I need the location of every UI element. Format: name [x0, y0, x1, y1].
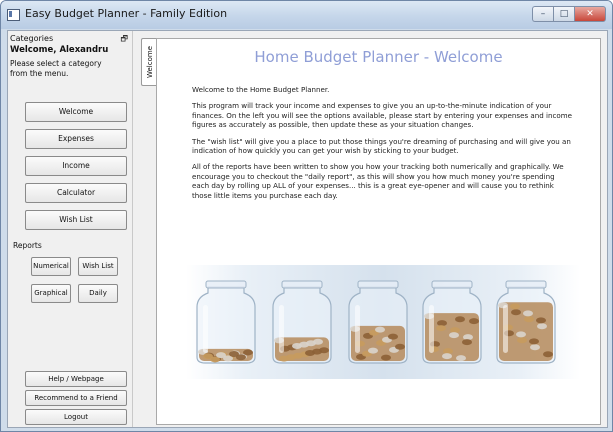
window-title: Easy Budget Planner - Family Edition	[25, 7, 228, 20]
nav-income-button[interactable]: Income	[25, 156, 127, 176]
coin-jar	[422, 280, 482, 364]
client-area: Categories 🗗 Welcome, Alexandru Please s…	[7, 30, 608, 428]
coin-jar	[496, 280, 556, 364]
report-graphical-button[interactable]: Graphical	[31, 284, 71, 303]
app-window: Easy Budget Planner - Family Edition – □…	[0, 0, 613, 432]
minimize-button[interactable]: –	[532, 6, 553, 22]
welcome-user: Welcome, Alexandru	[10, 45, 109, 55]
pin-icon[interactable]: 🗗	[120, 33, 128, 45]
main-content: Home Budget Planner - Welcome Welcome to…	[156, 38, 601, 425]
paragraph: All of the reports have been written to …	[192, 162, 564, 200]
reports-label: Reports	[13, 241, 42, 250]
nav-welcome-button[interactable]: Welcome	[25, 102, 127, 122]
nav-calculator-button[interactable]: Calculator	[25, 183, 127, 203]
coin-jar	[348, 280, 408, 364]
maximize-button[interactable]: □	[553, 6, 574, 22]
help-webpage-button[interactable]: Help / Webpage	[25, 371, 127, 387]
recommend-friend-button[interactable]: Recommend to a Friend	[25, 390, 127, 406]
report-numerical-button[interactable]: Numerical	[31, 257, 71, 276]
nav-wishlist-button[interactable]: Wish List	[25, 210, 127, 230]
logout-button[interactable]: Logout	[25, 409, 127, 425]
report-daily-button[interactable]: Daily	[78, 284, 118, 303]
tab-welcome[interactable]: Welcome	[141, 38, 157, 86]
page-title: Home Budget Planner - Welcome	[254, 48, 503, 66]
categories-label: Categories	[10, 34, 54, 43]
sidebar: Categories 🗗 Welcome, Alexandru Please s…	[8, 31, 133, 427]
welcome-text: Welcome to the Home Budget Planner. This…	[192, 85, 572, 207]
paragraph: Welcome to the Home Budget Planner.	[192, 85, 330, 94]
title-bar: Easy Budget Planner - Family Edition – □…	[1, 1, 612, 29]
coin-jars-image	[186, 265, 580, 379]
coin-jar	[272, 280, 332, 364]
paragraph: The "wish list" will give you a place to…	[192, 136, 571, 156]
categories-header: Categories 🗗	[10, 33, 130, 45]
report-wishlist-button[interactable]: Wish List	[78, 257, 118, 276]
window-controls: – □ ✕	[532, 6, 606, 22]
nav-expenses-button[interactable]: Expenses	[25, 129, 127, 149]
coin-jar	[196, 280, 256, 364]
jars-graphic	[196, 280, 556, 364]
app-icon	[7, 9, 20, 21]
close-button[interactable]: ✕	[574, 6, 606, 22]
select-category-message: Please select a category from the menu.	[10, 59, 102, 78]
paragraph: This program will track your income and …	[192, 101, 572, 130]
tab-welcome-label: Welcome	[145, 45, 154, 79]
